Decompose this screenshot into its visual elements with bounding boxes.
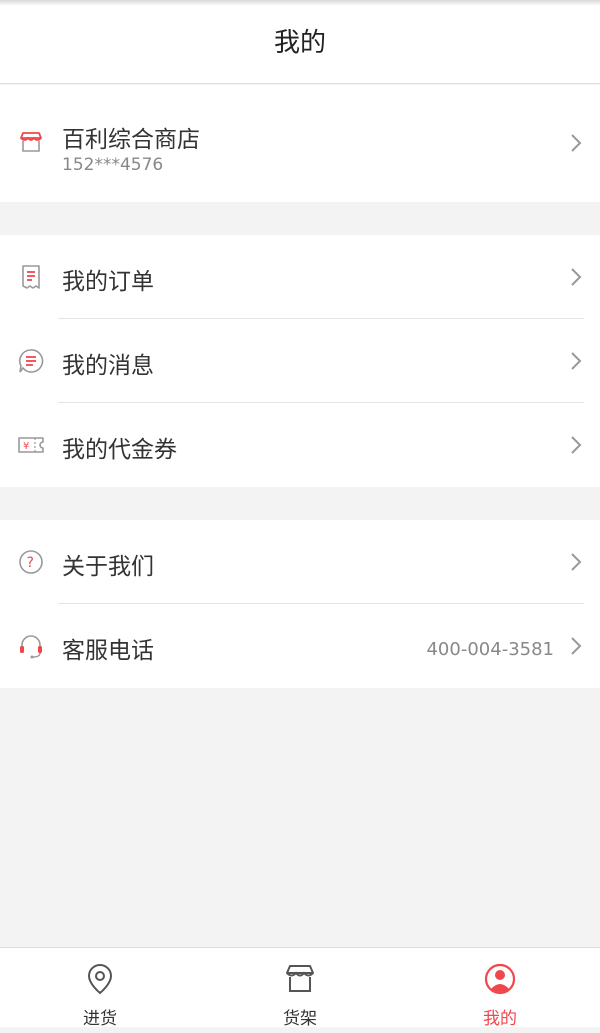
page-title: 我的: [273, 28, 326, 58]
tab-mine[interactable]: 我的: [400, 948, 600, 1029]
menu-group-support: ? 关于我们 客服电话 400-004-3581: [0, 520, 600, 688]
shop-profile-row[interactable]: 百利综合商店 152***4576: [0, 85, 600, 202]
tab-label: 货架: [283, 1009, 317, 1029]
menu-item-label: 我的消息: [62, 353, 154, 379]
app-screen: 我的 百利综合商店 152***4576 我的订单 我的消息 ¥ 我的代金券 ?…: [0, 0, 600, 1033]
chevron-right-icon: [571, 134, 582, 152]
menu-group-orders: 我的订单 我的消息 ¥ 我的代金券: [0, 235, 600, 487]
shop-phone: 152***4576: [62, 155, 164, 175]
user-icon: [484, 963, 516, 995]
shop-icon: [20, 132, 42, 152]
coupon-icon: ¥: [18, 437, 44, 453]
svg-text:?: ?: [27, 555, 34, 571]
shop-name: 百利综合商店: [62, 127, 200, 153]
receipt-icon: [22, 265, 40, 289]
menu-item-orders[interactable]: 我的订单: [0, 235, 600, 319]
bottom-tab-bar: 进货 货架 我的: [0, 947, 600, 1029]
chevron-right-icon: [571, 352, 582, 370]
header-shadow: [0, 0, 600, 6]
shop-section: 百利综合商店 152***4576: [0, 85, 600, 202]
menu-item-coupons[interactable]: ¥ 我的代金券: [0, 403, 600, 487]
question-icon: ?: [19, 550, 43, 574]
chevron-right-icon: [571, 637, 582, 655]
menu-item-label: 客服电话: [62, 638, 154, 664]
tab-shelf[interactable]: 货架: [200, 948, 400, 1029]
tab-label: 进货: [83, 1009, 117, 1029]
chevron-right-icon: [571, 268, 582, 286]
message-icon: [19, 349, 44, 373]
svg-text:¥: ¥: [23, 441, 29, 452]
chevron-right-icon: [571, 553, 582, 571]
bottom-edge: [0, 1027, 600, 1033]
tab-label: 我的: [483, 1009, 517, 1029]
shop-icon: [286, 965, 314, 992]
tab-purchase[interactable]: 进货: [0, 948, 200, 1029]
page-header: 我的: [0, 0, 600, 84]
menu-item-label: 关于我们: [62, 554, 154, 580]
headset-icon: [20, 635, 42, 659]
menu-item-label: 我的订单: [62, 269, 154, 295]
location-pin-icon: [87, 963, 113, 995]
chevron-right-icon: [571, 436, 582, 454]
service-phone-number: 400-004-3581: [426, 639, 554, 660]
menu-item-about[interactable]: ? 关于我们: [0, 520, 600, 604]
menu-item-messages[interactable]: 我的消息: [0, 319, 600, 403]
menu-item-label: 我的代金券: [62, 437, 177, 463]
menu-item-customer-service[interactable]: 客服电话 400-004-3581: [0, 604, 600, 688]
